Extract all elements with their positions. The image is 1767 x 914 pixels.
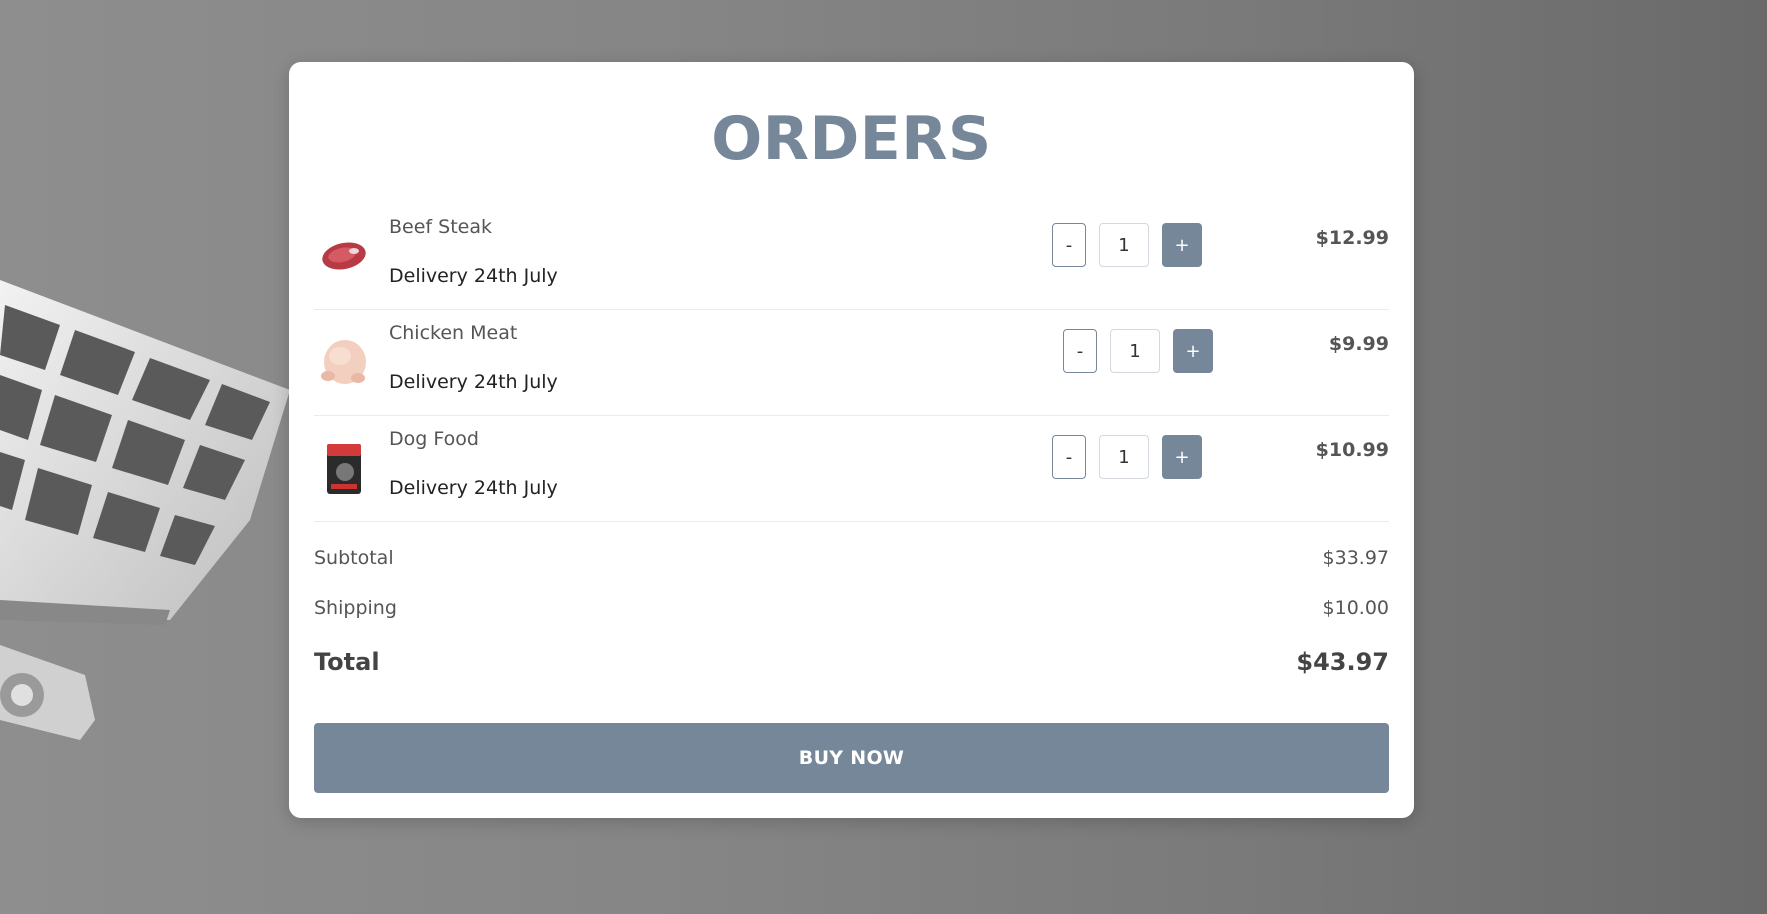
item-price: $10.99 — [1315, 439, 1389, 461]
page-title: ORDERS — [711, 104, 992, 174]
delivery-date: Delivery 24th July — [389, 477, 558, 499]
order-row: Dog Food Delivery 24th July - 1 + $10.99 — [314, 416, 1389, 522]
decrease-quantity-button[interactable]: - — [1052, 223, 1086, 267]
subtotal-label: Subtotal — [314, 547, 394, 569]
buy-now-button[interactable]: BUY NOW — [314, 723, 1389, 793]
dog-food-image — [327, 444, 361, 494]
orders-card: ORDERS Beef Steak Delivery 24th July - 1… — [289, 62, 1414, 818]
quantity-field[interactable]: 1 — [1110, 329, 1160, 373]
increase-quantity-button[interactable]: + — [1173, 329, 1213, 373]
product-name: Chicken Meat — [389, 322, 518, 344]
product-name: Dog Food — [389, 428, 479, 450]
increase-quantity-button[interactable]: + — [1162, 435, 1202, 479]
total-value: $43.97 — [1296, 648, 1389, 676]
delivery-date: Delivery 24th July — [389, 371, 558, 393]
item-price: $12.99 — [1315, 227, 1389, 249]
increase-quantity-button[interactable]: + — [1162, 223, 1202, 267]
order-row: Chicken Meat Delivery 24th July - 1 + $9… — [314, 310, 1389, 416]
background-basket-image — [0, 280, 290, 740]
chicken-meat-image — [321, 340, 366, 384]
shipping-label: Shipping — [314, 597, 397, 619]
quantity-field[interactable]: 1 — [1099, 435, 1149, 479]
item-price: $9.99 — [1328, 333, 1389, 355]
subtotal-value: $33.97 — [1322, 547, 1389, 569]
beef-steak-image — [322, 242, 366, 270]
shipping-value: $10.00 — [1322, 597, 1389, 619]
delivery-date: Delivery 24th July — [389, 265, 558, 287]
quantity-field[interactable]: 1 — [1099, 223, 1149, 267]
decrease-quantity-button[interactable]: - — [1063, 329, 1097, 373]
order-row: Beef Steak Delivery 24th July - 1 + $12.… — [314, 204, 1389, 310]
decrease-quantity-button[interactable]: - — [1052, 435, 1086, 479]
product-name: Beef Steak — [389, 216, 492, 238]
total-label: Total — [314, 648, 380, 676]
